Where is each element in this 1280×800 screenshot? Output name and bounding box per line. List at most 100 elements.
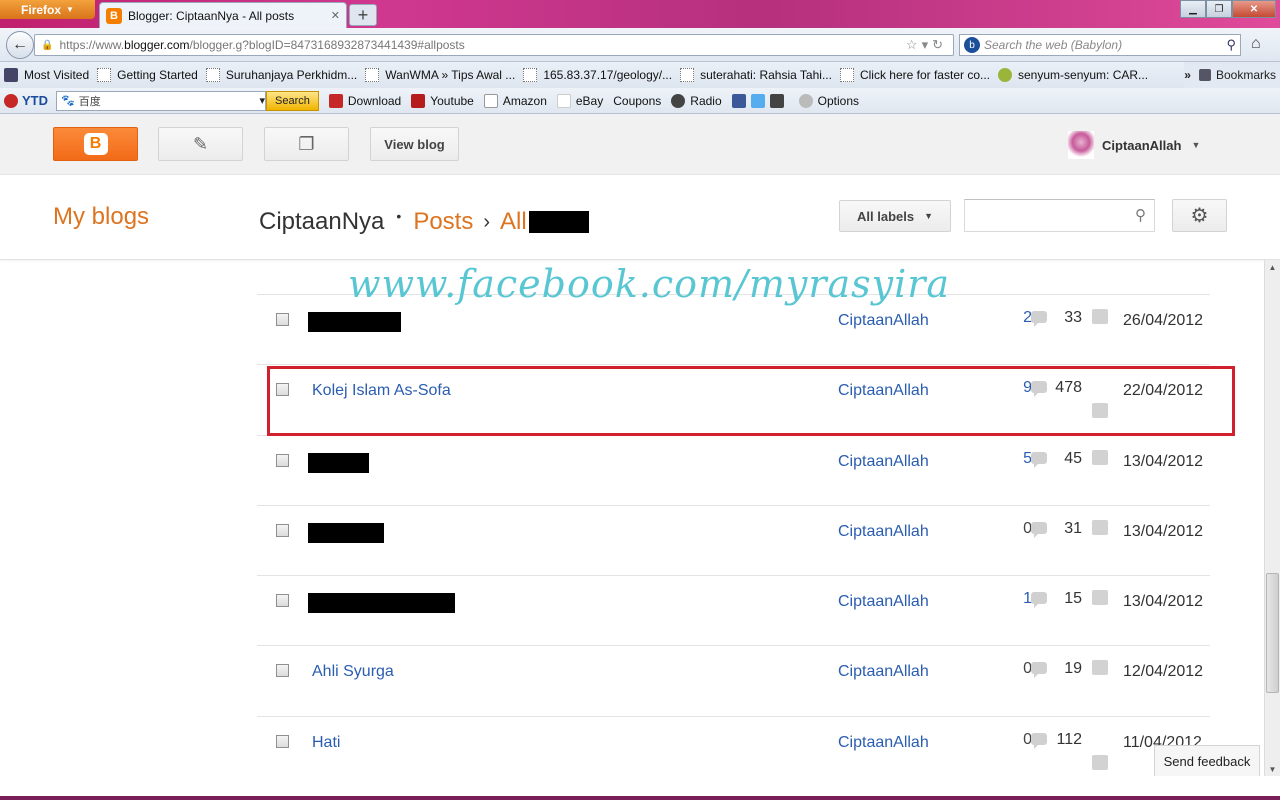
toolbar-download[interactable]: Download — [328, 93, 401, 108]
scroll-down-icon[interactable]: ▼ — [1265, 762, 1280, 776]
settings-button[interactable]: ⚙ — [1172, 199, 1227, 232]
scrollbar-thumb[interactable] — [1266, 573, 1279, 693]
posts-search-input[interactable]: ⚲ — [964, 199, 1155, 232]
bookmark-getting-started[interactable]: Getting Started — [97, 68, 198, 82]
post-title-link[interactable]: Hati — [312, 734, 340, 752]
toolbar-search-button[interactable]: Search — [266, 90, 319, 111]
view-count: 112 — [1056, 730, 1082, 748]
stats-icon[interactable] — [1092, 449, 1108, 465]
account-menu[interactable]: CiptaanAllah ▼ — [1068, 128, 1200, 162]
post-author-link[interactable]: CiptaanAllah — [838, 453, 929, 471]
comment-count[interactable]: 2 — [1002, 309, 1032, 327]
bookmark-suterahati[interactable]: suterahati: Rahsia Tahi... — [680, 68, 832, 82]
stats-icon[interactable] — [1092, 309, 1108, 324]
toolbar-options[interactable]: Options — [798, 93, 859, 108]
bookmark-faster[interactable]: Click here for faster co... — [839, 68, 990, 82]
redaction-bar — [308, 312, 401, 332]
username: CiptaanAllah — [1102, 137, 1182, 153]
url-bar[interactable]: 🔒 https://www.blogger.com/blogger.g?blog… — [34, 34, 954, 56]
lock-icon: 🔒 — [41, 39, 54, 51]
stats-icon[interactable] — [1092, 754, 1108, 770]
post-checkbox[interactable] — [276, 664, 289, 678]
page-icon — [523, 68, 538, 82]
post-row: CiptaanAllah 5 45 13/04/2012 — [257, 434, 1210, 505]
post-title-link[interactable]: Ahli Syurga — [312, 663, 394, 681]
pencil-icon: ✎ — [192, 133, 209, 154]
bookmark-folder-icon — [4, 68, 18, 82]
chevron-down-icon: ▼ — [1191, 140, 1201, 150]
bookmark-senyum[interactable]: senyum-senyum: CAR... — [998, 68, 1148, 82]
post-author-link[interactable]: CiptaanAllah — [838, 734, 929, 752]
page-icon — [680, 68, 695, 82]
all-labels-dropdown[interactable]: All labels ▼ — [839, 200, 951, 232]
post-author-link[interactable]: CiptaanAllah — [838, 523, 929, 541]
back-button[interactable]: ← — [6, 31, 34, 59]
view-blog-button[interactable]: View blog — [370, 127, 459, 161]
comment-count[interactable]: 5 — [1002, 450, 1032, 468]
tab-blogger[interactable]: B Blogger: CiptaanNya - All posts ✕ — [99, 2, 347, 28]
comment-count: 0 — [1023, 660, 1032, 678]
chevron-down-icon[interactable]: ▾ — [259, 94, 265, 107]
scrollbar[interactable]: ▲ ▼ — [1264, 260, 1280, 776]
minimize-button[interactable]: ▁ — [1180, 0, 1206, 18]
stats-icon[interactable] — [1092, 519, 1108, 535]
stats-icon[interactable] — [1092, 660, 1108, 676]
bookmark-geology[interactable]: 165.83.37.17/geology/... — [523, 68, 672, 82]
post-checkbox[interactable] — [276, 453, 289, 467]
bookmark-suruhanjaya[interactable]: Suruhanjaya Perkhidm... — [205, 68, 357, 82]
toolbar-social[interactable] — [731, 93, 789, 108]
more-chevron-icon[interactable]: » — [1184, 68, 1191, 82]
post-author-link[interactable]: CiptaanAllah — [838, 663, 929, 681]
toolbar-search-input[interactable]: 🐾 百度 ▾ — [56, 90, 266, 111]
comment-bubble-icon — [1031, 311, 1047, 327]
comment-bubble-icon — [1031, 521, 1047, 538]
gear-icon: ⚙ — [1190, 205, 1209, 227]
breadcrumb-dot: • — [396, 208, 402, 224]
scroll-up-icon[interactable]: ▲ — [1265, 260, 1280, 274]
babylon-engine-icon[interactable]: b — [964, 37, 980, 53]
bookmark-wanwma[interactable]: WanWMA » Tips Awal ... — [365, 68, 515, 82]
send-feedback-button[interactable]: Send feedback — [1154, 745, 1260, 776]
post-row: CiptaanAllah 0 31 13/04/2012 — [257, 504, 1210, 575]
toolbar-ebay[interactable]: eBay — [556, 93, 603, 108]
youtube-icon — [411, 93, 426, 108]
close-window-button[interactable]: ✕ — [1232, 0, 1276, 18]
comment-bubble-icon — [1031, 662, 1047, 679]
new-tab-button[interactable]: + — [349, 4, 377, 26]
avatar — [1068, 131, 1094, 159]
firefox-menu-button[interactable]: Firefox ▼ — [0, 0, 95, 19]
post-checkbox[interactable] — [276, 313, 289, 326]
posts-list-button[interactable]: ❐ — [264, 127, 349, 161]
url-actions-icons[interactable]: ☆▾↻ — [906, 37, 947, 53]
my-blogs-link[interactable]: My blogs — [53, 203, 149, 231]
post-checkbox[interactable] — [276, 594, 289, 608]
close-tab-icon[interactable]: ✕ — [331, 9, 340, 22]
search-icon[interactable]: ⚲ — [1135, 206, 1146, 224]
toolbar-amazon[interactable]: Amazon — [483, 93, 547, 108]
breadcrumb-posts[interactable]: Posts — [413, 208, 473, 236]
page-icon — [205, 68, 220, 82]
post-checkbox[interactable] — [276, 523, 289, 537]
post-author-link[interactable]: CiptaanAllah — [838, 312, 929, 330]
bookmark-most-visited[interactable]: Most Visited — [4, 68, 89, 82]
breadcrumb-separator: › — [483, 210, 491, 233]
stats-icon[interactable] — [1092, 590, 1108, 606]
highlight-box — [267, 366, 1235, 436]
page-header: My blogs CiptaanNya • Posts › All All la… — [0, 176, 1280, 260]
toolbar-coupons[interactable]: Coupons — [613, 94, 661, 108]
comment-count[interactable]: 1 — [1002, 590, 1032, 608]
maximize-button[interactable]: ❐ — [1206, 0, 1232, 18]
home-icon[interactable]: ⌂ — [1251, 35, 1261, 53]
ytd-logo[interactable]: YTD — [4, 93, 48, 108]
bookmarks-icon — [1198, 69, 1211, 81]
search-icon[interactable]: ⚲ — [1226, 37, 1236, 53]
blogger-home-button[interactable]: B — [53, 127, 138, 161]
toolbar-radio[interactable]: Radio — [671, 93, 722, 108]
post-checkbox[interactable] — [276, 734, 289, 748]
post-author-link[interactable]: CiptaanAllah — [838, 593, 929, 611]
new-post-button[interactable]: ✎ — [158, 127, 243, 161]
web-search-box[interactable]: b Search the web (Babylon) ⚲ — [959, 34, 1241, 56]
blog-name: CiptaanNya — [259, 208, 385, 235]
toolbar-youtube[interactable]: Youtube — [411, 93, 474, 108]
bookmarks-menu[interactable]: » Bookmarks — [1184, 62, 1280, 88]
